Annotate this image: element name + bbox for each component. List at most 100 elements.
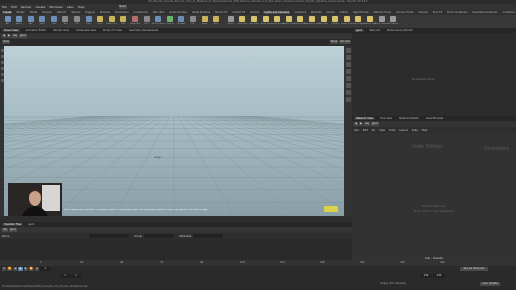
persp-menu[interactable]: Persp — [329, 40, 339, 44]
shelf-tab-constraints[interactable]: Constraints — [133, 11, 149, 14]
tab-network-view[interactable]: Network View — [354, 117, 376, 120]
tool-distant-light[interactable]: Distant Light — [295, 15, 306, 27]
tool-curve[interactable]: Curve — [95, 15, 106, 27]
network-pane[interactable]: Network View Tree View Material Palette Ass… — [352, 116, 516, 260]
tool-sky-light[interactable]: Sky Light — [318, 15, 329, 27]
tab-geometry-spreadsheet[interactable]: Geometry Spreadsheet — [127, 29, 160, 32]
next-key-icon[interactable]: ⏩ — [28, 267, 34, 271]
path-obj[interactable]: obj — [2, 228, 8, 232]
end-frame-field-2[interactable]: 240 — [433, 274, 445, 278]
tool-caustic-light[interactable]: Caustic Light — [341, 15, 353, 27]
tool-null[interactable]: Null — [60, 15, 71, 27]
snap-icon[interactable] — [345, 90, 351, 95]
shelf-tab-grains[interactable]: Grains — [326, 11, 336, 14]
network-menu-view[interactable]: View — [379, 129, 385, 132]
shelf-tab-lights-and-cameras[interactable]: Lights and Cameras — [263, 11, 291, 14]
shelf-tab-pyro-fx[interactable]: Pyro FX — [432, 11, 443, 14]
shelf-tab-rigid-bodies[interactable]: Rigid Bodies — [352, 11, 369, 14]
timeline-ruler[interactable]: 1 24 48 72 96 120 144 168 192 216 240 — [0, 260, 516, 266]
tab-take-list[interactable]: Take List — [367, 29, 382, 32]
key-all-channels-button[interactable]: Key All Channels — [460, 267, 488, 271]
group-field[interactable] — [144, 234, 175, 238]
tool-stereo-camera[interactable]: Stereo Camera — [375, 15, 388, 27]
network-menu-labs[interactable]: Labs — [412, 129, 418, 132]
play-icon[interactable]: ▶ — [23, 267, 28, 271]
visibility-icon[interactable] — [345, 97, 351, 102]
shelf-tab-particles[interactable]: Particles — [310, 11, 323, 14]
forward-arrow-icon[interactable]: ▶ — [359, 122, 363, 126]
shelf-tab-terrain-fx[interactable]: Terrain FX — [214, 11, 228, 14]
tool-ambient-light[interactable]: Ambient Light — [364, 15, 376, 27]
tool-box[interactable]: Box — [2, 15, 13, 27]
tool-geometry-light[interactable]: Geometry Light — [270, 15, 284, 27]
network-menu-edit[interactable]: Edit — [363, 129, 368, 132]
tab-asset-browser[interactable]: Asset Browser — [424, 117, 446, 120]
shelf-tab-guide-brushes[interactable]: Guide Brushes — [191, 11, 211, 14]
start-frame-field-2[interactable]: 1 — [71, 274, 81, 278]
shelf-tab-deform[interactable]: Deform — [56, 11, 67, 14]
network-menu-tools[interactable]: Tools — [389, 129, 395, 132]
shelf-tab-container-tools[interactable]: Container Tools — [502, 11, 516, 14]
menu-render[interactable]: Render — [21, 5, 32, 9]
play-reverse-icon[interactable]: ◀ — [13, 267, 18, 271]
tool-platonic-solids[interactable]: Platonic Solids — [152, 15, 165, 27]
tool-volume-light[interactable]: Volume Light — [283, 15, 295, 27]
tab-operator-tree[interactable]: Operator Tree — [2, 223, 24, 226]
auto-update-button[interactable]: Auto Update — [480, 282, 500, 286]
path-node[interactable]: geo1 — [18, 34, 28, 38]
tool-circle[interactable]: Circle — [83, 15, 94, 27]
menu-file[interactable]: File — [2, 5, 7, 9]
tool-torus[interactable]: Torus — [37, 15, 48, 27]
tab-performance-monitor[interactable]: Performance Monitor — [385, 29, 415, 32]
desktop-selector[interactable]: Build — [118, 5, 127, 9]
network-menu-add[interactable]: Add — [354, 129, 359, 132]
shelf-tab-muscles[interactable]: Muscles — [99, 11, 111, 14]
last-frame-icon[interactable]: ⏭ — [34, 267, 40, 271]
shelf-tab-volume[interactable]: Volume — [249, 11, 260, 14]
menu-assets[interactable]: Assets — [36, 5, 46, 9]
display-options-icon[interactable] — [345, 48, 351, 53]
tab-scene-view[interactable]: Scene View — [2, 29, 21, 32]
tool-tube[interactable]: Tube — [25, 15, 36, 27]
tool-area-light[interactable]: Area Light — [260, 15, 271, 27]
tab-motion-fx-view[interactable]: Motion FX View — [101, 29, 124, 32]
tool-environment-light[interactable]: Environment Light — [304, 15, 320, 27]
menu-help[interactable]: Help — [78, 5, 85, 9]
shelf-tab-fluid-containers[interactable]: Fluid Containers — [446, 11, 468, 14]
tool-spot-light[interactable]: Spot Light — [248, 15, 259, 27]
tab-tree-view[interactable]: Tree View — [378, 117, 394, 120]
lighting-icon[interactable] — [345, 69, 351, 74]
first-frame-icon[interactable]: ⏮ — [2, 267, 7, 271]
tab-animation-editor[interactable]: Animation Editor — [23, 29, 48, 32]
shelf-tab-polygon[interactable]: Polygon — [41, 11, 53, 14]
tool-grid[interactable]: Grid — [48, 15, 59, 27]
shelf-tab-collisions[interactable]: Collisions — [293, 11, 307, 14]
tab-geo1[interactable]: geo1 — [26, 223, 36, 226]
forward-arrow-icon[interactable]: ▶ — [7, 34, 11, 38]
back-arrow-icon[interactable]: ◀ — [354, 122, 358, 126]
tab-material-palette[interactable]: Material Palette — [397, 117, 421, 120]
tool-point-light[interactable]: Point Light — [237, 15, 248, 27]
shelf-tab-hair-utils[interactable]: Hair Utils — [152, 11, 165, 14]
current-frame-field[interactable]: 1 — [40, 267, 51, 271]
shelf-tab-guide-process[interactable]: Guide Process — [168, 11, 188, 14]
shaded-icon[interactable] — [345, 62, 351, 67]
shelf-tab-viscous-fluids[interactable]: Viscous Fluids — [395, 11, 415, 14]
tool-file[interactable]: File — [188, 15, 199, 27]
tool-camera[interactable]: Camera — [225, 15, 236, 27]
tool-gi-light[interactable]: GI Light — [330, 15, 341, 27]
view-menu[interactable]: View — [2, 40, 10, 44]
tool-metaball[interactable]: Metaball — [176, 15, 187, 27]
shelf-tab-modify[interactable]: Modify — [15, 11, 25, 14]
tool-draw-curve[interactable]: Draw Curve — [106, 15, 117, 27]
shelf-tab-simple-fx[interactable]: Simple FX — [231, 11, 245, 14]
attributes-field[interactable] — [193, 234, 224, 238]
prev-key-icon[interactable]: ⏪ — [7, 267, 13, 271]
start-frame-field[interactable]: 1 — [60, 274, 70, 278]
end-frame-field[interactable]: 240 — [420, 274, 432, 278]
tool-portal-light[interactable]: Portal Light — [353, 15, 364, 27]
tool-spiral[interactable]: Spiral — [199, 15, 210, 27]
network-menu-layout[interactable]: Layout — [399, 129, 408, 132]
shelf-tab-create[interactable]: Create — [2, 11, 13, 14]
shelf-tab-vellum[interactable]: Vellum — [339, 11, 349, 14]
